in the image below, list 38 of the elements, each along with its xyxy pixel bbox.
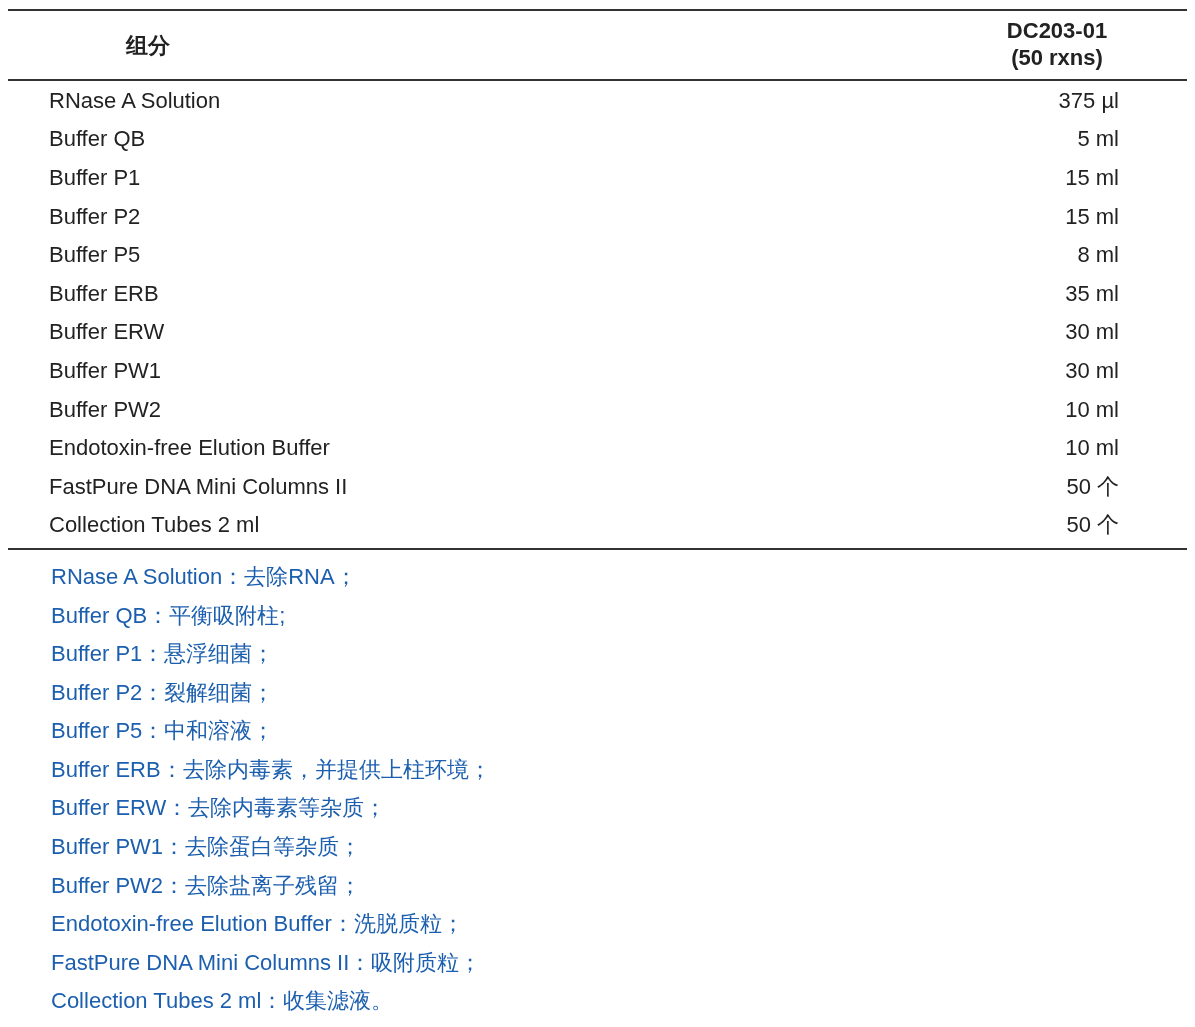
- note-text: RNase A Solution：去除RNA；: [51, 562, 357, 591]
- table-cell-text: Buffer P5: [49, 241, 141, 270]
- note-text: Endotoxin-free Elution Buffer：洗脱质粒；: [51, 910, 464, 939]
- table-cell-text: 8 ml: [1077, 241, 1119, 270]
- table-cell-text: 375 µl: [1058, 86, 1119, 115]
- table-cell-text: 5 ml: [1077, 125, 1119, 154]
- column-header: DC203-01 (50 rxns): [1005, 18, 1109, 72]
- table-cell-text: 30 ml: [1065, 318, 1119, 347]
- note-text: Buffer QB：平衡吸附柱;: [51, 601, 286, 630]
- table-cell-text: 35 ml: [1065, 279, 1119, 308]
- table-cell-text: 50 个: [1066, 472, 1119, 501]
- note-text: Buffer PW1：去除蛋白等杂质；: [51, 833, 362, 862]
- table-cell-text: 10 ml: [1065, 395, 1119, 424]
- table-cell-text: Endotoxin-free Elution Buffer: [49, 434, 330, 463]
- table-cell-text: 30 ml: [1065, 356, 1119, 385]
- table-cell-text: 10 ml: [1065, 434, 1119, 463]
- table-cell-text: 50 个: [1066, 511, 1119, 540]
- note-text: Buffer ERB：去除内毒素，并提供上柱环境；: [51, 755, 491, 784]
- table-cell-text: Buffer PW1: [49, 356, 162, 385]
- column-header: 组分: [124, 31, 171, 60]
- table-cell-text: Collection Tubes 2 ml: [49, 511, 260, 540]
- table-cell-text: 15 ml: [1065, 164, 1119, 192]
- table-cell-text: Buffer ERW: [49, 318, 165, 347]
- table-cell-text: Buffer P2: [49, 202, 141, 231]
- table-cell-text: Buffer ERB: [49, 279, 159, 308]
- table-cell-text: FastPure DNA Mini Columns II: [49, 472, 348, 501]
- table-cell-text: Buffer P1: [49, 164, 141, 192]
- note-text: Buffer ERW：去除内毒素等杂质；: [51, 794, 387, 823]
- note-text: Buffer PW2：去除盐离子残留；: [51, 871, 362, 900]
- table-cell-text: Buffer PW2: [49, 395, 162, 424]
- note-text: Buffer P5：中和溶液；: [51, 717, 275, 746]
- note-text: Collection Tubes 2 ml：收集滤液。: [51, 987, 394, 1016]
- note-text: Buffer P1：悬浮细菌；: [51, 640, 275, 669]
- table-cell-text: 15 ml: [1065, 202, 1119, 231]
- table-cell-text: RNase A Solution: [49, 86, 221, 115]
- note-text: FastPure DNA Mini Columns II：吸附质粒；: [51, 948, 482, 977]
- table-cell-text: Buffer QB: [49, 125, 146, 154]
- note-text: Buffer P2：裂解细菌；: [51, 678, 275, 707]
